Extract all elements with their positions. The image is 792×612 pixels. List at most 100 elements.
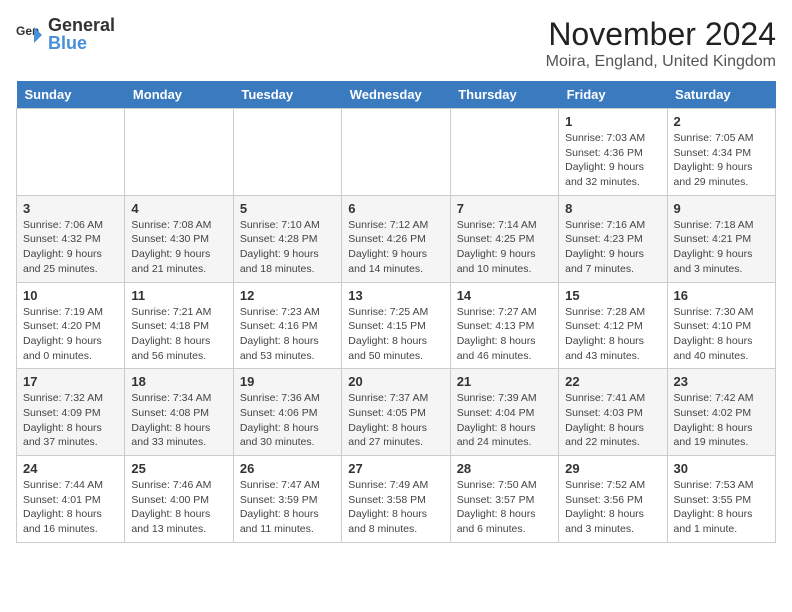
day-info: Sunrise: 7:37 AM Sunset: 4:05 PM Dayligh… — [348, 391, 443, 450]
calendar-cell: 14Sunrise: 7:27 AM Sunset: 4:13 PM Dayli… — [450, 282, 558, 369]
day-info: Sunrise: 7:06 AM Sunset: 4:32 PM Dayligh… — [23, 218, 118, 277]
calendar-cell: 20 Sunrise: 7:37 AM Sunset: 4:05 PM Dayli… — [342, 369, 450, 456]
day-number: 10 — [23, 288, 118, 303]
day-info: Sunrise: 7:47 AM Sunset: 3:59 PM Dayligh… — [240, 478, 335, 537]
day-number: 3 — [23, 201, 118, 216]
logo-blue-text: Blue — [48, 34, 115, 54]
calendar-cell: 13 Sunrise: 7:25 AM Sunset: 4:15 PM Dayli… — [342, 282, 450, 369]
calendar-cell: 26 Sunrise: 7:47 AM Sunset: 3:59 PM Dayli… — [233, 456, 341, 543]
calendar-cell: 21 Sunrise: 7:39 AM Sunset: 4:04 PM Dayli… — [450, 369, 558, 456]
day-number: 26 — [240, 461, 335, 476]
week-row-1: 1 Sunrise: 7:03 AM Sunset: 4:36 PM Daylig… — [17, 109, 776, 196]
day-number: 27 — [348, 461, 443, 476]
day-number: 1 — [565, 114, 660, 129]
calendar-cell: 29 Sunrise: 7:52 AM Sunset: 3:56 PM Dayli… — [559, 456, 667, 543]
day-number: 19 — [240, 374, 335, 389]
day-number: 13 — [348, 288, 443, 303]
column-header-saturday: Saturday — [667, 81, 775, 109]
day-number: 29 — [565, 461, 660, 476]
day-info: Sunrise: 7:28 AM Sunset: 4:12 PM Dayligh… — [565, 305, 660, 364]
calendar-cell: 2 Sunrise: 7:05 AM Sunset: 4:34 PM Daylig… — [667, 109, 775, 196]
logo-icon: Gen — [16, 21, 44, 49]
day-info: Sunrise: 7:32 AM Sunset: 4:09 PM Dayligh… — [23, 391, 118, 450]
calendar-cell: 30 Sunrise: 7:53 AM Sunset: 3:55 PM Dayli… — [667, 456, 775, 543]
calendar-cell: 8 Sunrise: 7:16 AM Sunset: 4:23 PM Daylig… — [559, 195, 667, 282]
day-number: 20 — [348, 374, 443, 389]
day-info: Sunrise: 7:41 AM Sunset: 4:03 PM Dayligh… — [565, 391, 660, 450]
day-number: 16 — [674, 288, 769, 303]
day-info: Sunrise: 7:08 AM Sunset: 4:30 PM Dayligh… — [131, 218, 226, 277]
day-number: 25 — [131, 461, 226, 476]
calendar-cell: 12Sunrise: 7:23 AM Sunset: 4:16 PM Dayli… — [233, 282, 341, 369]
day-info: Sunrise: 7:05 AM Sunset: 4:34 PM Dayligh… — [674, 131, 769, 190]
day-number: 28 — [457, 461, 552, 476]
day-number: 11 — [131, 288, 226, 303]
day-number: 15 — [565, 288, 660, 303]
month-title: November 2024 — [546, 16, 776, 53]
calendar-cell: 17 Sunrise: 7:32 AM Sunset: 4:09 PM Dayli… — [17, 369, 125, 456]
day-number: 2 — [674, 114, 769, 129]
calendar-cell — [233, 109, 341, 196]
calendar-cell: 6 Sunrise: 7:12 AM Sunset: 4:26 PM Daylig… — [342, 195, 450, 282]
day-info: Sunrise: 7:53 AM Sunset: 3:55 PM Dayligh… — [674, 478, 769, 537]
calendar-cell: 27 Sunrise: 7:49 AM Sunset: 3:58 PM Dayli… — [342, 456, 450, 543]
calendar-cell: 11 Sunrise: 7:21 AM Sunset: 4:18 PM Dayli… — [125, 282, 233, 369]
calendar-cell — [125, 109, 233, 196]
day-number: 24 — [23, 461, 118, 476]
page-header: Gen General Blue November 2024 Moira, En… — [16, 16, 776, 71]
day-number: 8 — [565, 201, 660, 216]
calendar-cell — [450, 109, 558, 196]
day-number: 30 — [674, 461, 769, 476]
calendar-cell — [342, 109, 450, 196]
day-info: Sunrise: 7:34 AM Sunset: 4:08 PM Dayligh… — [131, 391, 226, 450]
day-info: Sunrise: 7:25 AM Sunset: 4:15 PM Dayligh… — [348, 305, 443, 364]
week-row-4: 17 Sunrise: 7:32 AM Sunset: 4:09 PM Dayli… — [17, 369, 776, 456]
column-header-sunday: Sunday — [17, 81, 125, 109]
day-info: Sunrise: 7:30 AM Sunset: 4:10 PM Dayligh… — [674, 305, 769, 364]
day-number: 12 — [240, 288, 335, 303]
calendar-cell — [17, 109, 125, 196]
day-info: Sunrise: 7:14 AM Sunset: 4:25 PM Dayligh… — [457, 218, 552, 277]
day-number: 4 — [131, 201, 226, 216]
day-info: Sunrise: 7:36 AM Sunset: 4:06 PM Dayligh… — [240, 391, 335, 450]
week-row-5: 24 Sunrise: 7:44 AM Sunset: 4:01 PM Dayli… — [17, 456, 776, 543]
day-number: 21 — [457, 374, 552, 389]
column-header-monday: Monday — [125, 81, 233, 109]
calendar-cell: 7 Sunrise: 7:14 AM Sunset: 4:25 PM Daylig… — [450, 195, 558, 282]
day-info: Sunrise: 7:46 AM Sunset: 4:00 PM Dayligh… — [131, 478, 226, 537]
day-info: Sunrise: 7:19 AM Sunset: 4:20 PM Dayligh… — [23, 305, 118, 364]
day-info: Sunrise: 7:42 AM Sunset: 4:02 PM Dayligh… — [674, 391, 769, 450]
day-number: 6 — [348, 201, 443, 216]
calendar-cell: 1 Sunrise: 7:03 AM Sunset: 4:36 PM Daylig… — [559, 109, 667, 196]
day-info: Sunrise: 7:10 AM Sunset: 4:28 PM Dayligh… — [240, 218, 335, 277]
calendar-cell: 9 Sunrise: 7:18 AM Sunset: 4:21 PM Daylig… — [667, 195, 775, 282]
title-area: November 2024 Moira, England, United Kin… — [546, 16, 776, 71]
calendar-cell: 25 Sunrise: 7:46 AM Sunset: 4:00 PM Dayli… — [125, 456, 233, 543]
day-info: Sunrise: 7:16 AM Sunset: 4:23 PM Dayligh… — [565, 218, 660, 277]
day-info: Sunrise: 7:27 AM Sunset: 4:13 PM Dayligh… — [457, 305, 552, 364]
day-number: 7 — [457, 201, 552, 216]
day-number: 5 — [240, 201, 335, 216]
calendar-cell: 5 Sunrise: 7:10 AM Sunset: 4:28 PM Daylig… — [233, 195, 341, 282]
day-info: Sunrise: 7:21 AM Sunset: 4:18 PM Dayligh… — [131, 305, 226, 364]
calendar-cell: 18Sunrise: 7:34 AM Sunset: 4:08 PM Dayli… — [125, 369, 233, 456]
day-number: 9 — [674, 201, 769, 216]
column-header-wednesday: Wednesday — [342, 81, 450, 109]
day-info: Sunrise: 7:18 AM Sunset: 4:21 PM Dayligh… — [674, 218, 769, 277]
day-info: Sunrise: 7:52 AM Sunset: 3:56 PM Dayligh… — [565, 478, 660, 537]
calendar-cell: 28Sunrise: 7:50 AM Sunset: 3:57 PM Dayli… — [450, 456, 558, 543]
day-number: 22 — [565, 374, 660, 389]
column-header-tuesday: Tuesday — [233, 81, 341, 109]
day-info: Sunrise: 7:44 AM Sunset: 4:01 PM Dayligh… — [23, 478, 118, 537]
day-info: Sunrise: 7:39 AM Sunset: 4:04 PM Dayligh… — [457, 391, 552, 450]
day-info: Sunrise: 7:03 AM Sunset: 4:36 PM Dayligh… — [565, 131, 660, 190]
day-info: Sunrise: 7:49 AM Sunset: 3:58 PM Dayligh… — [348, 478, 443, 537]
location-title: Moira, England, United Kingdom — [546, 53, 776, 71]
day-number: 17 — [23, 374, 118, 389]
calendar-cell: 16 Sunrise: 7:30 AM Sunset: 4:10 PM Dayli… — [667, 282, 775, 369]
day-info: Sunrise: 7:12 AM Sunset: 4:26 PM Dayligh… — [348, 218, 443, 277]
column-header-friday: Friday — [559, 81, 667, 109]
day-number: 23 — [674, 374, 769, 389]
week-row-3: 10 Sunrise: 7:19 AM Sunset: 4:20 PM Dayli… — [17, 282, 776, 369]
calendar-header-row: SundayMondayTuesdayWednesdayThursdayFrid… — [17, 81, 776, 109]
